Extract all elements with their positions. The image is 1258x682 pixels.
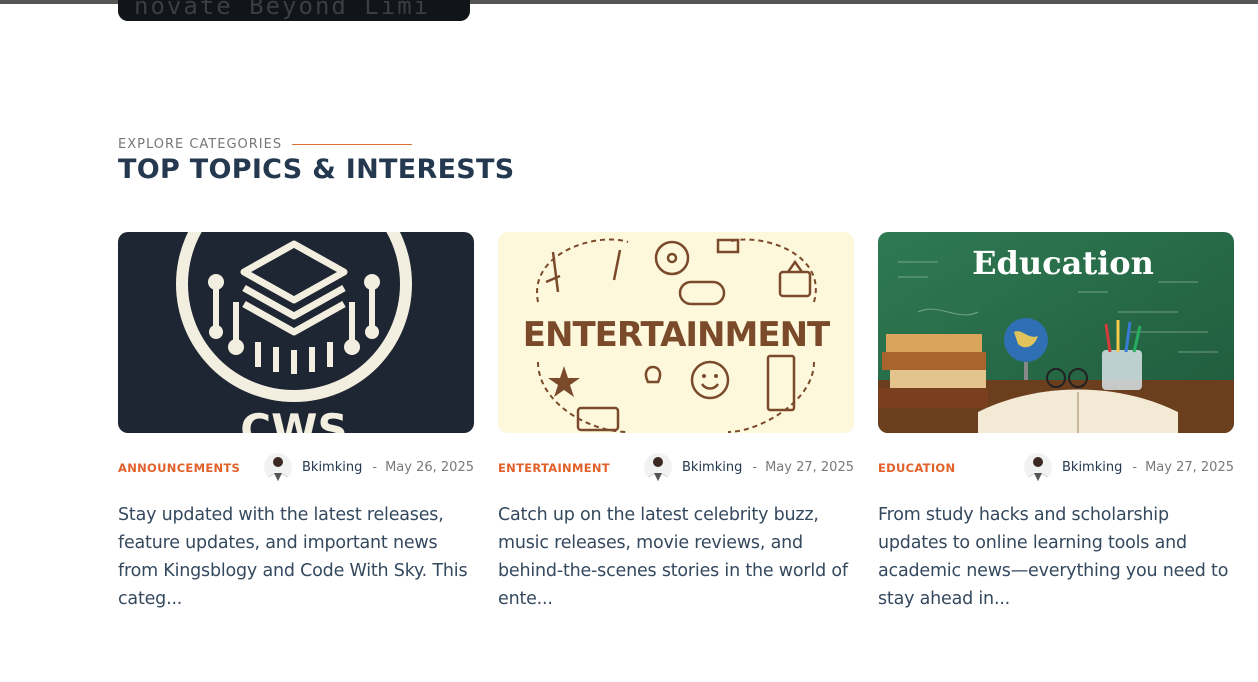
author: Bkimking (264, 453, 362, 481)
post-date: - May 27, 2025 (752, 460, 854, 475)
category-card-announcements: CWS ANNOUNCEMENTS Bkimking - May 26, 2025… (118, 232, 474, 613)
author-name[interactable]: Bkimking (682, 460, 742, 475)
date-separator: - (372, 460, 378, 475)
date-separator: - (752, 460, 758, 475)
date-text: May 27, 2025 (765, 460, 854, 475)
eyebrow-divider (292, 144, 413, 145)
author: Bkimking (644, 453, 742, 481)
category-link[interactable]: ANNOUNCEMENTS (118, 461, 240, 475)
avatar[interactable] (264, 453, 292, 481)
category-card-education: Education EDUCATION Bkimking - May 27, 20… (878, 232, 1234, 613)
category-card-entertainment: ENTERTAINMENT ENTERTAINMENT Bkimking - Ma… (498, 232, 854, 613)
post-date: - May 26, 2025 (372, 460, 474, 475)
card-excerpt[interactable]: From study hacks and scholarship updates… (878, 501, 1234, 613)
section-eyebrow: EXPLORE CATEGORIES (118, 137, 283, 152)
section-title: TOP TOPICS & INTERESTS (118, 154, 515, 185)
card-image-text: ENTERTAINMENT (523, 315, 831, 355)
card-image-text: Education (972, 244, 1154, 282)
section-eyebrow-row: EXPLORE CATEGORIES (118, 137, 413, 152)
card-image-text: CWS (240, 405, 347, 433)
date-separator: - (1132, 460, 1138, 475)
avatar[interactable] (1024, 453, 1052, 481)
author: Bkimking (1024, 453, 1122, 481)
category-link[interactable]: ENTERTAINMENT (498, 461, 610, 475)
previous-card-image[interactable]: novate Beyond Limi (118, 0, 470, 21)
card-excerpt[interactable]: Catch up on the latest celebrity buzz, m… (498, 501, 854, 613)
card-meta: ENTERTAINMENT Bkimking - May 27, 2025 (498, 453, 854, 483)
date-text: May 27, 2025 (1145, 460, 1234, 475)
card-meta: EDUCATION Bkimking - May 27, 2025 (878, 453, 1234, 483)
author-name[interactable]: Bkimking (1062, 460, 1122, 475)
date-text: May 26, 2025 (385, 460, 474, 475)
card-excerpt[interactable]: Stay updated with the latest releases, f… (118, 501, 474, 613)
category-link[interactable]: EDUCATION (878, 461, 955, 475)
card-image-education[interactable]: Education (878, 232, 1234, 433)
card-image-entertainment[interactable]: ENTERTAINMENT (498, 232, 854, 433)
card-meta: ANNOUNCEMENTS Bkimking - May 26, 2025 (118, 453, 474, 483)
author-name[interactable]: Bkimking (302, 460, 362, 475)
card-image-announcements[interactable]: CWS (118, 232, 474, 433)
avatar[interactable] (644, 453, 672, 481)
previous-card-banner-text: novate Beyond Limi (134, 0, 431, 20)
post-date: - May 27, 2025 (1132, 460, 1234, 475)
